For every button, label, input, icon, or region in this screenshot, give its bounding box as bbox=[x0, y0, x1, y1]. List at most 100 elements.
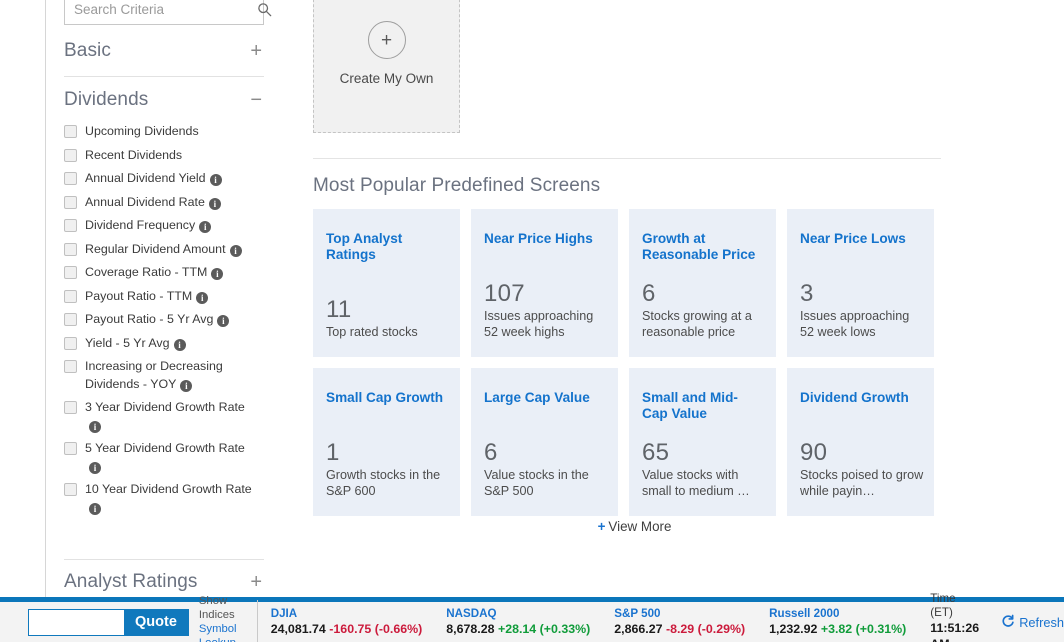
index-name[interactable]: DJIA bbox=[271, 607, 423, 621]
predefined-screen-card[interactable]: Near Price Highs 107 Issues approaching 52… bbox=[471, 209, 618, 357]
predefined-screen-card[interactable]: Top Analyst Ratings 11 Top rated stocks bbox=[313, 209, 460, 357]
criteria-checkbox[interactable] bbox=[64, 442, 77, 455]
predefined-screen-card[interactable]: Small Cap Growth 1 Growth stocks in the S&… bbox=[313, 368, 460, 516]
criteria-checkbox[interactable] bbox=[64, 401, 77, 414]
sidebar-section-dividends[interactable]: Dividends − bbox=[64, 89, 264, 111]
card-count: 65 bbox=[642, 439, 670, 466]
index-change: +28.14 (+0.33%) bbox=[497, 622, 591, 636]
show-indices-link[interactable]: Show Indices bbox=[199, 594, 257, 622]
create-my-own-label: Create My Own bbox=[339, 71, 434, 86]
criteria-row[interactable]: Annual Dividend Yield i bbox=[64, 167, 276, 191]
card-count: 90 bbox=[800, 439, 828, 466]
predefined-screen-card[interactable]: Small and Mid-Cap Value 65 Value stocks wi… bbox=[629, 368, 776, 516]
info-icon[interactable]: i bbox=[208, 197, 221, 210]
criteria-checkbox[interactable] bbox=[64, 148, 77, 162]
create-my-own-tile[interactable]: + Create My Own bbox=[313, 0, 460, 133]
info-icon[interactable]: i bbox=[196, 291, 209, 304]
sidebar-divider-1 bbox=[64, 76, 264, 77]
criteria-row[interactable]: 5 Year Dividend Growth Ratei bbox=[64, 437, 276, 478]
criteria-row[interactable]: Regular Dividend Amount i bbox=[64, 238, 276, 262]
collapse-icon-dividends[interactable]: − bbox=[250, 90, 264, 110]
criteria-row[interactable]: Recent Dividends bbox=[64, 144, 276, 168]
card-title[interactable]: Dividend Growth bbox=[800, 390, 921, 406]
refresh-button[interactable]: Refresh bbox=[1001, 614, 1064, 631]
criteria-checkbox[interactable] bbox=[64, 242, 77, 256]
expand-icon-analyst-ratings[interactable]: + bbox=[250, 572, 264, 592]
criteria-checkbox[interactable] bbox=[64, 289, 77, 303]
info-icon[interactable]: i bbox=[211, 268, 224, 280]
main-content: + Create My Own Most Popular Predefined … bbox=[300, 0, 1064, 597]
quote-box[interactable]: Quote bbox=[28, 608, 189, 636]
criteria-row[interactable]: Coverage Ratio - TTM i bbox=[64, 261, 276, 285]
card-body: 6 Value stocks in the S&P 500 bbox=[484, 440, 608, 499]
criteria-row[interactable]: Increasing or Decreasing Dividends - YOY… bbox=[64, 355, 276, 396]
index-item[interactable]: Russell 2000 1,232.92 +3.82 (+0.31%) bbox=[769, 607, 906, 637]
index-name[interactable]: Russell 2000 bbox=[769, 607, 906, 621]
info-icon[interactable]: i bbox=[89, 420, 101, 433]
search-input[interactable] bbox=[65, 0, 257, 24]
criteria-checkbox[interactable] bbox=[64, 360, 77, 373]
index-name[interactable]: NASDAQ bbox=[446, 607, 590, 621]
info-icon[interactable]: i bbox=[199, 221, 212, 233]
predefined-screen-card[interactable]: Near Price Lows 3 Issues approaching 52 we… bbox=[787, 209, 934, 357]
info-icon[interactable]: i bbox=[180, 379, 193, 392]
criteria-label: Payout Ratio - TTM i bbox=[85, 288, 209, 306]
criteria-checkbox[interactable] bbox=[64, 266, 77, 279]
info-icon[interactable]: i bbox=[217, 315, 230, 327]
criteria-checkbox[interactable] bbox=[64, 219, 77, 232]
card-description: Top rated stocks bbox=[326, 325, 418, 339]
criteria-checkbox[interactable] bbox=[64, 195, 77, 209]
sidebar-section-basic[interactable]: Basic + bbox=[64, 40, 264, 62]
index-name[interactable]: S&P 500 bbox=[614, 607, 745, 621]
card-body: 65 Value stocks with small to medium … bbox=[642, 440, 766, 499]
search-criteria-box[interactable] bbox=[64, 0, 272, 25]
search-icon[interactable] bbox=[257, 0, 272, 24]
predefined-screen-card[interactable]: Dividend Growth 90 Stocks poised to grow w… bbox=[787, 368, 934, 516]
quote-button[interactable]: Quote bbox=[124, 609, 188, 635]
card-title[interactable]: Small and Mid-Cap Value bbox=[642, 390, 763, 422]
card-title[interactable]: Large Cap Value bbox=[484, 390, 605, 406]
card-title[interactable]: Near Price Highs bbox=[484, 231, 605, 247]
info-icon[interactable]: i bbox=[209, 174, 222, 186]
card-title[interactable]: Near Price Lows bbox=[800, 231, 921, 247]
predefined-screen-card[interactable]: Growth at Reasonable Price 6 Stocks growin… bbox=[629, 209, 776, 357]
card-title[interactable]: Small Cap Growth bbox=[326, 390, 447, 406]
card-description: Growth stocks in the S&P 600 bbox=[326, 468, 441, 498]
index-values: 24,081.74 -160.75 (-0.66%) bbox=[271, 621, 423, 637]
card-count: 1 bbox=[326, 439, 340, 466]
info-icon[interactable]: i bbox=[229, 244, 242, 257]
time-value: 11:51:26 AM bbox=[930, 621, 980, 642]
info-icon[interactable]: i bbox=[89, 461, 101, 474]
card-title[interactable]: Top Analyst Ratings bbox=[326, 231, 447, 263]
info-icon[interactable]: i bbox=[173, 338, 186, 351]
criteria-checkbox[interactable] bbox=[64, 313, 77, 326]
sidebar-section-analyst-ratings[interactable]: Analyst Ratings + bbox=[64, 571, 264, 593]
index-item[interactable]: DJIA 24,081.74 -160.75 (-0.66%) bbox=[271, 607, 423, 637]
criteria-row[interactable]: 3 Year Dividend Growth Ratei bbox=[64, 396, 276, 437]
criteria-row[interactable]: Dividend Frequency i bbox=[64, 214, 276, 238]
symbol-lookup-link[interactable]: Symbol Lookup bbox=[199, 622, 257, 642]
predefined-screen-card[interactable]: Large Cap Value 6 Value stocks in the S&P … bbox=[471, 368, 618, 516]
criteria-checkbox[interactable] bbox=[64, 172, 77, 185]
view-more-label: View More bbox=[608, 519, 672, 534]
criteria-row[interactable]: Payout Ratio - 5 Yr Avg i bbox=[64, 308, 276, 332]
criteria-row[interactable]: 10 Year Dividend Growth Ratei bbox=[64, 478, 276, 519]
criteria-label: Payout Ratio - 5 Yr Avg i bbox=[85, 311, 230, 329]
criteria-row[interactable]: Upcoming Dividends bbox=[64, 120, 276, 144]
criteria-row[interactable]: Yield - 5 Yr Avg i bbox=[64, 332, 276, 356]
criteria-checkbox[interactable] bbox=[64, 483, 77, 496]
criteria-row[interactable]: Annual Dividend Rate i bbox=[64, 191, 276, 215]
quote-symbol-input[interactable] bbox=[29, 609, 124, 635]
index-item[interactable]: S&P 500 2,866.27 -8.29 (-0.29%) bbox=[614, 607, 745, 637]
index-change: -160.75 (-0.66%) bbox=[329, 622, 423, 636]
expand-icon-basic[interactable]: + bbox=[250, 41, 264, 61]
info-icon[interactable]: i bbox=[89, 502, 101, 515]
content-divider bbox=[313, 158, 941, 159]
criteria-label: Upcoming Dividends bbox=[85, 124, 199, 138]
criteria-row[interactable]: Payout Ratio - TTM i bbox=[64, 285, 276, 309]
criteria-checkbox[interactable] bbox=[64, 125, 77, 138]
index-item[interactable]: NASDAQ 8,678.28 +28.14 (+0.33%) bbox=[446, 607, 590, 637]
criteria-checkbox[interactable] bbox=[64, 336, 77, 350]
card-title[interactable]: Growth at Reasonable Price bbox=[642, 231, 763, 263]
view-more-button[interactable]: + View More bbox=[313, 519, 956, 534]
